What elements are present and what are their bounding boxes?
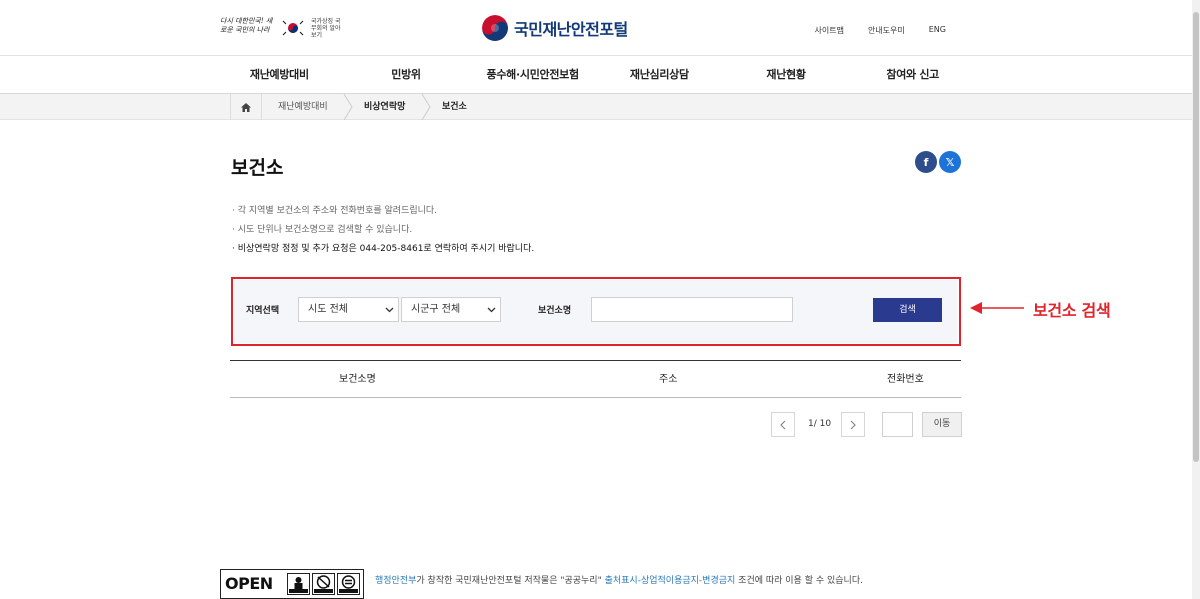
column-header-name: 보건소명 [339,374,376,385]
no-derivatives-icon [337,573,360,595]
notice-item-contact: · 비상연락망 정정 및 추가 요청은 044-205-8461로 연락하여 주… [232,244,535,254]
chevron-down-icon [385,307,394,313]
copyright-text-end: 조건에 따라 이용 할 수 있습니다. [735,576,863,586]
facebook-share-icon[interactable]: f [915,151,937,173]
next-page-button[interactable] [841,412,865,437]
annotation-label: 보건소 검색 [1033,301,1111,320]
government-emblem-icon [482,15,508,41]
sitemap-link[interactable]: 사이트맵 [814,25,843,36]
page-indicator: 1/ 10 [808,419,832,429]
sido-select-value: 시도 전체 [308,304,348,315]
notice-item: · 각 지역별 보건소의 주소와 전화번호를 알려드립니다. [232,206,438,216]
attribution-icon [287,573,310,595]
top-header: 다시 대한민국! 새로운 국민의 나라 국가상징 국무회의 알아보기 국민재난안… [0,0,1192,56]
column-header-address: 주소 [659,374,678,385]
license-condition-link[interactable]: 출처표시-상업적이용금지-변경금지 [605,576,736,586]
english-link[interactable]: ENG [929,25,946,36]
scrollbar-thumb[interactable] [1193,12,1199,462]
health-center-name-input[interactable] [591,297,793,322]
nav-item-disaster-status[interactable]: 재난현황 [723,56,850,94]
main-nav: 재난예방대비 민방위 풍수해·시민안전보험 재난심리상담 재난현황 참여와 신고 [0,56,1192,94]
prev-page-button[interactable] [771,412,795,437]
search-button[interactable]: 검색 [873,298,942,322]
page-scrollbar[interactable] [1192,0,1200,599]
gov-symbol-text[interactable]: 국가상징 국무회의 알아보기 [311,18,341,39]
guide-link[interactable]: 안내도우미 [868,25,905,36]
nav-item-insurance[interactable]: 풍수해·시민안전보험 [469,56,596,94]
annotation-arrow-icon [970,302,1024,314]
name-label: 보건소명 [538,306,572,316]
copyright-notice: 행정안전부가 창작한 국민재난안전포털 저작물은 "공공누리" 출처표시-상업적… [375,573,863,586]
region-label: 지역선택 [246,306,280,316]
utility-links: 사이트맵 안내도우미 ENG [814,25,946,36]
column-header-phone: 전화번호 [887,374,924,385]
notice-list: · 각 지역별 보건소의 주소와 전화번호를 알려드립니다. · 시도 단위나 … [232,202,534,259]
home-icon[interactable] [230,94,262,120]
nav-item-disaster-prep[interactable]: 재난예방대비 [216,56,343,94]
sigungu-select-value: 시군구 전체 [411,304,461,315]
breadcrumb-item[interactable]: 비상연락망 [364,94,405,120]
page-number-input[interactable] [882,412,913,437]
taegukgi-icon[interactable] [281,18,305,38]
breadcrumb: 재난예방대비 비상연락망 보건소 [0,94,1192,120]
noncommercial-icon [312,573,335,595]
chevron-left-icon [780,420,786,429]
copyright-text: 가 창작한 국민재난안전포털 저작물은 "공공누리" [416,576,605,586]
breadcrumb-current: 보건소 [442,102,467,112]
breadcrumb-separator-icon [421,94,431,120]
slogan-logo[interactable]: 다시 대한민국! 새로운 국민의 나라 [220,17,274,35]
agency-link[interactable]: 행정안전부 [375,576,416,586]
page-title: 보건소 [231,157,284,179]
license-icons [287,573,360,595]
brand-logo[interactable]: 국민재난안전포털 [482,14,628,42]
notice-item: · 시도 단위나 보건소명으로 검색할 수 있습니다. [232,225,413,235]
breadcrumb-separator-icon [343,94,353,120]
go-page-button[interactable]: 이동 [922,412,962,437]
x-share-icon[interactable]: 𝕏 [939,151,961,173]
sigungu-select[interactable]: 시군구 전체 [401,297,501,322]
nav-item-participation[interactable]: 참여와 신고 [849,56,976,94]
nav-item-counseling[interactable]: 재난심리상담 [596,56,723,94]
results-table-header: 보건소명 주소 전화번호 [230,360,961,398]
breadcrumb-item[interactable]: 재난예방대비 [278,94,328,120]
nav-item-civil-defense[interactable]: 민방위 [343,56,470,94]
kogl-open-badge[interactable]: OPEN [220,569,364,599]
chevron-down-icon [487,307,496,313]
page: 다시 대한민국! 새로운 국민의 나라 국가상징 국무회의 알아보기 국민재난안… [0,0,1200,599]
sido-select[interactable]: 시도 전체 [298,297,399,322]
chevron-right-icon [850,420,856,429]
open-label: OPEN [225,574,273,593]
brand-name: 국민재난안전포털 [514,20,628,39]
